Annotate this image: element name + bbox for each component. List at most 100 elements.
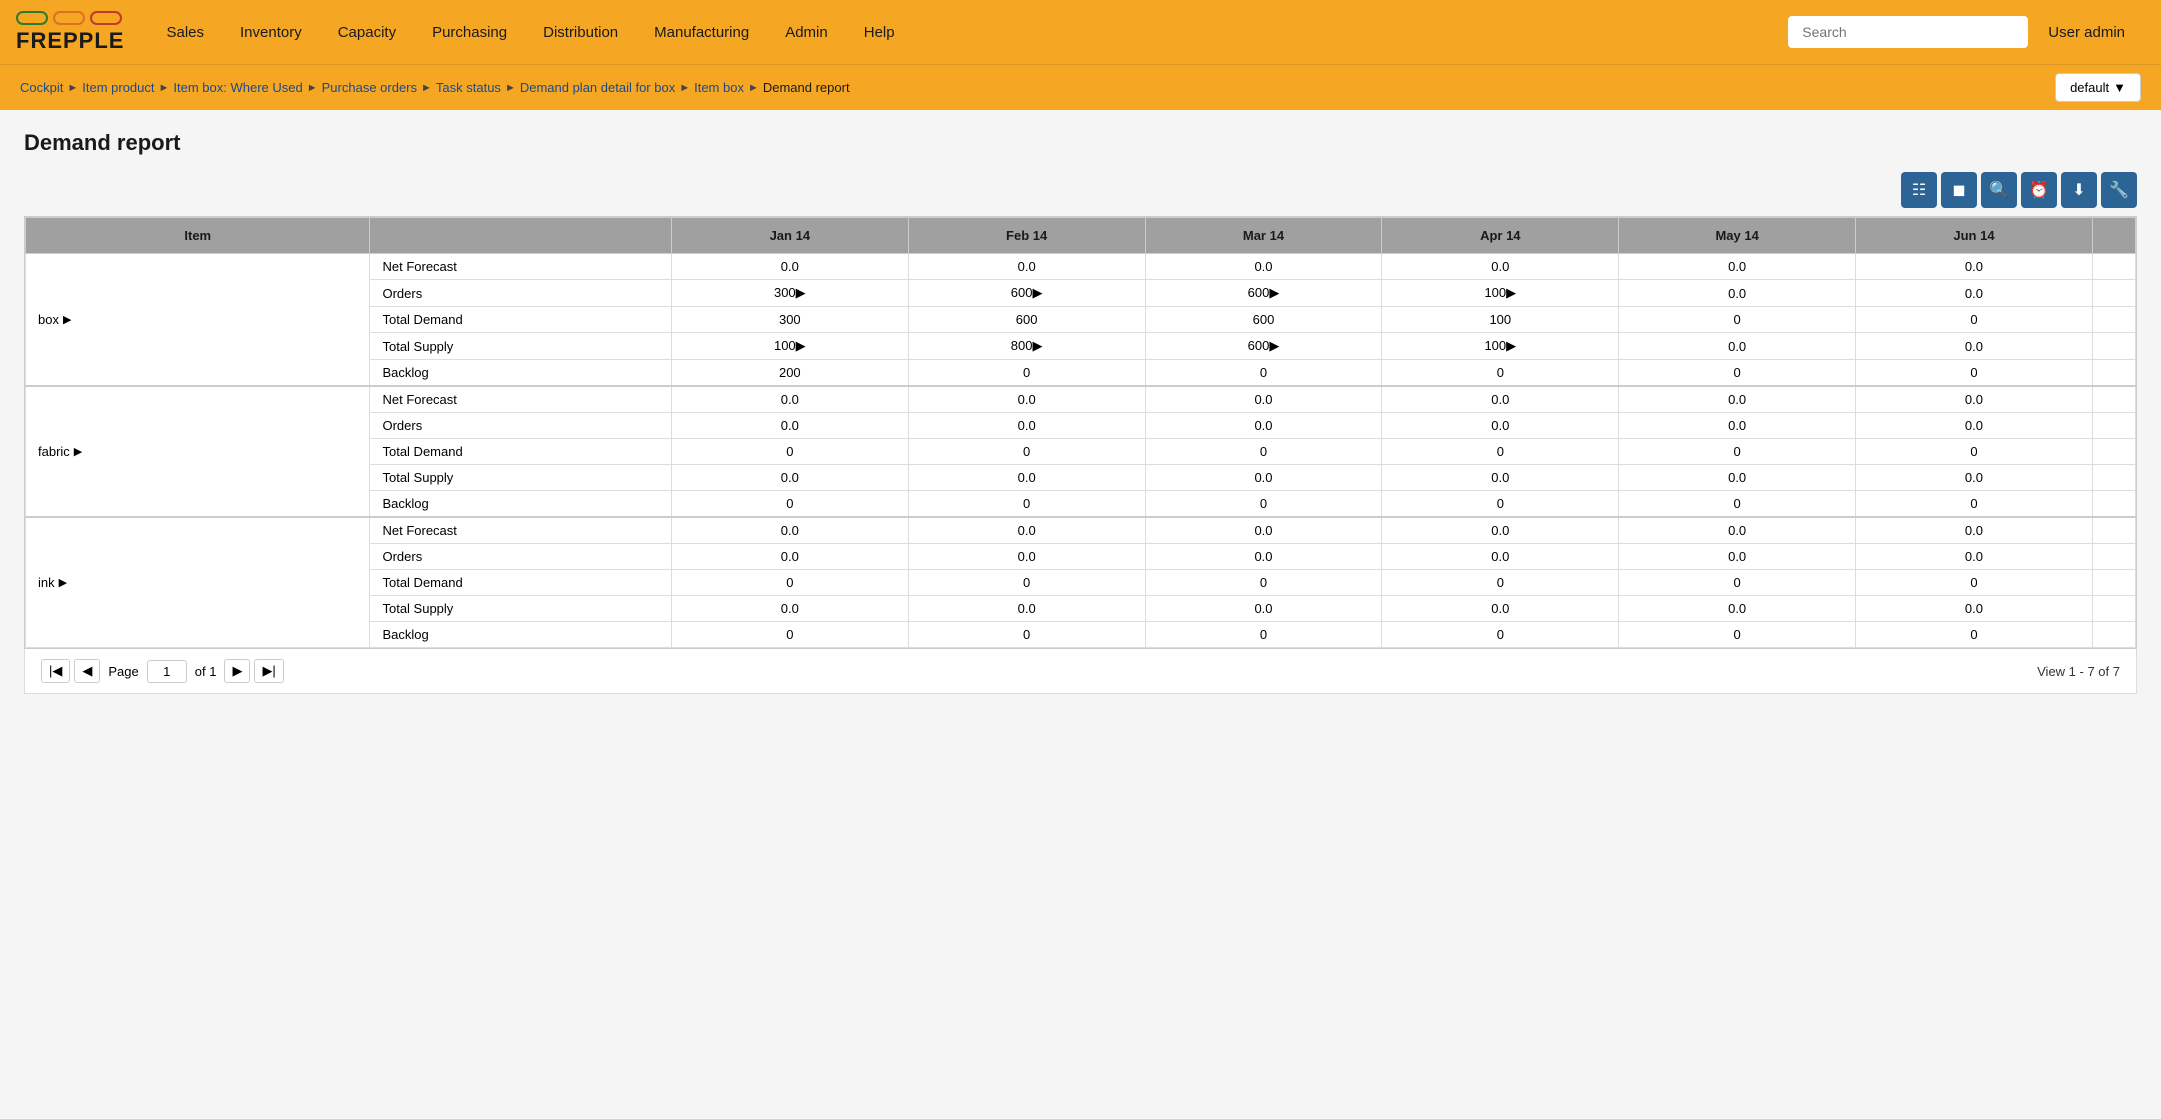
next-page-button[interactable]: ▶ xyxy=(224,659,250,683)
metric-label: Net Forecast xyxy=(370,254,671,280)
cell-fabric-Total_Supply-may: 0.0 xyxy=(1619,465,1856,491)
item-name: fabric ▶ xyxy=(38,444,357,459)
cell-fabric-Net_Forecast-may: 0.0 xyxy=(1619,386,1856,413)
breadcrumb-item-demandreport: Demand report xyxy=(763,80,850,95)
col-header-jan14: Jan 14 xyxy=(671,218,908,254)
cell-box-Total_Supply-mar: 600▶ xyxy=(1145,333,1382,360)
metric-label: Total Supply xyxy=(370,465,671,491)
scroll-space xyxy=(2092,596,2135,622)
table-toolbar: ☷ ◼ 🔍 ⏰ ⬇ 🔧 xyxy=(24,172,2137,208)
search-input[interactable] xyxy=(1788,16,2028,48)
cell-box-Backlog-jun: 0 xyxy=(1856,360,2093,387)
breadcrumb-item-cockpit[interactable]: Cockpit xyxy=(20,80,63,95)
scroll-space xyxy=(2092,570,2135,596)
cell-ink-Total_Supply-apr: 0.0 xyxy=(1382,596,1619,622)
cell-fabric-Orders-may: 0.0 xyxy=(1619,413,1856,439)
cell-box-Total_Supply-may: 0.0 xyxy=(1619,333,1856,360)
pagination-bar: |◀ ◀ Page of 1 ▶ ▶| View 1 - 7 of 7 xyxy=(24,649,2137,694)
cell-ink-Total_Demand-feb: 0 xyxy=(908,570,1145,596)
nav-item-admin[interactable]: Admin xyxy=(767,0,846,64)
cell-fabric-Total_Supply-jan: 0.0 xyxy=(671,465,908,491)
cell-fabric-Total_Demand-mar: 0 xyxy=(1145,439,1382,465)
cell-ink-Total_Demand-jan: 0 xyxy=(671,570,908,596)
cell-ink-Total_Demand-apr: 0 xyxy=(1382,570,1619,596)
metric-label: Net Forecast xyxy=(370,517,671,544)
page-number-input[interactable] xyxy=(147,660,187,683)
metric-label: Total Demand xyxy=(370,570,671,596)
nav-item-purchasing[interactable]: Purchasing xyxy=(414,0,525,64)
cell-fabric-Net_Forecast-feb: 0.0 xyxy=(908,386,1145,413)
cell-fabric-Net_Forecast-apr: 0.0 xyxy=(1382,386,1619,413)
cell-ink-Backlog-feb: 0 xyxy=(908,622,1145,648)
cell-ink-Total_Supply-mar: 0.0 xyxy=(1145,596,1382,622)
nav-item-manufacturing[interactable]: Manufacturing xyxy=(636,0,767,64)
search-filter-button[interactable]: 🔍 xyxy=(1981,172,2017,208)
default-dropdown-button[interactable]: default ▼ xyxy=(2055,73,2141,102)
next-page-button-2[interactable]: ▶| xyxy=(254,659,283,683)
table-row: ink ▶Net Forecast0.00.00.00.00.00.0 xyxy=(26,517,2136,544)
image-view-button[interactable]: ◼ xyxy=(1941,172,1977,208)
table-row: box ▶Net Forecast0.00.00.00.00.00.0 xyxy=(26,254,2136,280)
cell-ink-Total_Demand-jun: 0 xyxy=(1856,570,2093,596)
breadcrumb-item-demandplan[interactable]: Demand plan detail for box xyxy=(520,80,675,95)
breadcrumb-item-whereused[interactable]: Item box: Where Used xyxy=(173,80,302,95)
cell-fabric-Total_Demand-feb: 0 xyxy=(908,439,1145,465)
cell-fabric-Total_Supply-mar: 0.0 xyxy=(1145,465,1382,491)
cell-ink-Total_Supply-jan: 0.0 xyxy=(671,596,908,622)
first-page-button[interactable]: |◀ xyxy=(41,659,70,683)
breadcrumb-item-itembox[interactable]: Item box xyxy=(694,80,744,95)
cell-box-Total_Supply-apr: 100▶ xyxy=(1382,333,1619,360)
col-header-feb14: Feb 14 xyxy=(908,218,1145,254)
cell-box-Orders-mar: 600▶ xyxy=(1145,280,1382,307)
cell-ink-Backlog-jun: 0 xyxy=(1856,622,2093,648)
cell-ink-Backlog-jan: 0 xyxy=(671,622,908,648)
download-button[interactable]: ⬇ xyxy=(2061,172,2097,208)
chevron-down-icon: ▼ xyxy=(2113,80,2126,95)
expand-arrow-icon: ▶ xyxy=(59,576,67,589)
cell-fabric-Backlog-apr: 0 xyxy=(1382,491,1619,518)
metric-label: Backlog xyxy=(370,622,671,648)
settings-button[interactable]: 🔧 xyxy=(2101,172,2137,208)
scroll-space xyxy=(2092,333,2135,360)
nav-item-sales[interactable]: Sales xyxy=(148,0,222,64)
breadcrumb-item-taskstatus[interactable]: Task status xyxy=(436,80,501,95)
main-content: Demand report ☷ ◼ 🔍 ⏰ ⬇ 🔧 Item Ja xyxy=(0,110,2161,1119)
cell-fabric-Backlog-jan: 0 xyxy=(671,491,908,518)
user-admin-link[interactable]: User admin xyxy=(2028,24,2145,41)
table-wrapper[interactable]: Item Jan 14 Feb 14 Mar 14 Apr 14 May 14 … xyxy=(24,216,2137,649)
nav-item-help[interactable]: Help xyxy=(846,0,913,64)
col-header-jun14: Jun 14 xyxy=(1856,218,2093,254)
breadcrumb-item-product[interactable]: Item product xyxy=(82,80,154,95)
scroll-space xyxy=(2092,254,2135,280)
wrench-icon: 🔧 xyxy=(2109,180,2129,200)
item-cell-box[interactable]: box ▶ xyxy=(26,254,370,387)
cell-box-Backlog-may: 0 xyxy=(1619,360,1856,387)
cell-ink-Total_Demand-mar: 0 xyxy=(1145,570,1382,596)
grid-view-button[interactable]: ☷ xyxy=(1901,172,1937,208)
cell-box-Net_Forecast-may: 0.0 xyxy=(1619,254,1856,280)
cell-box-Total_Demand-jun: 0 xyxy=(1856,307,2093,333)
cell-fabric-Net_Forecast-jun: 0.0 xyxy=(1856,386,2093,413)
nav-item-capacity[interactable]: Capacity xyxy=(320,0,414,64)
clock-button[interactable]: ⏰ xyxy=(2021,172,2057,208)
cell-box-Orders-jan: 300▶ xyxy=(671,280,908,307)
nav-item-inventory[interactable]: Inventory xyxy=(222,0,320,64)
breadcrumb-item-purchaseorders[interactable]: Purchase orders xyxy=(322,80,417,95)
item-name: box ▶ xyxy=(38,312,357,327)
cell-box-Orders-apr: 100▶ xyxy=(1382,280,1619,307)
cell-ink-Total_Supply-jun: 0.0 xyxy=(1856,596,2093,622)
item-cell-fabric[interactable]: fabric ▶ xyxy=(26,386,370,517)
cell-box-Backlog-jan: 200 xyxy=(671,360,908,387)
cell-fabric-Total_Demand-apr: 0 xyxy=(1382,439,1619,465)
item-cell-ink[interactable]: ink ▶ xyxy=(26,517,370,648)
nav-item-distribution[interactable]: Distribution xyxy=(525,0,636,64)
expand-arrow-icon: ▶ xyxy=(63,313,71,326)
cell-fabric-Total_Supply-jun: 0.0 xyxy=(1856,465,2093,491)
prev-page-button[interactable]: ◀ xyxy=(74,659,100,683)
scroll-space xyxy=(2092,280,2135,307)
cell-box-Total_Supply-feb: 800▶ xyxy=(908,333,1145,360)
expand-arrow-icon: ▶ xyxy=(74,445,82,458)
cell-box-Net_Forecast-feb: 0.0 xyxy=(908,254,1145,280)
demand-report-table: Item Jan 14 Feb 14 Mar 14 Apr 14 May 14 … xyxy=(25,217,2136,648)
cell-ink-Orders-apr: 0.0 xyxy=(1382,544,1619,570)
